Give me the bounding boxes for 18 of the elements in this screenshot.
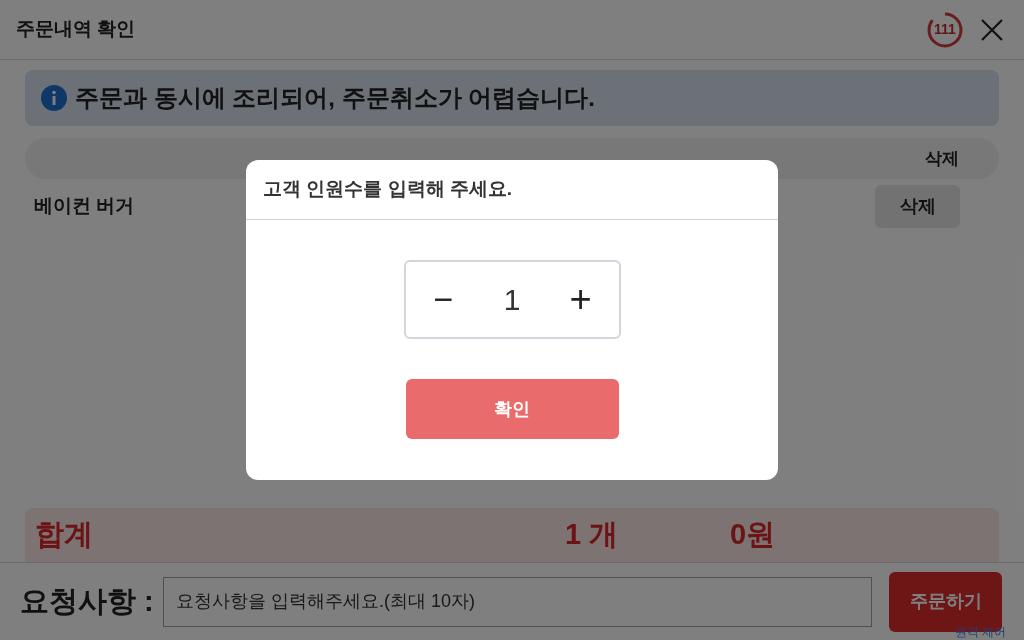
request-label: 요청사항 : xyxy=(20,583,155,619)
total-quantity: 1 개 xyxy=(565,517,620,553)
total-amount: 0원 xyxy=(730,517,776,553)
close-icon[interactable] xyxy=(980,17,1004,42)
column-header: 삭제 xyxy=(924,147,960,170)
info-icon xyxy=(41,85,67,111)
notice-text: 주문과 동시에 조리되어, 주문취소가 어렵습니다. xyxy=(75,83,595,113)
page-title: 주문내역 확인 xyxy=(16,17,136,42)
dialog-title: 고객 인원수를 입력해 주세요. xyxy=(263,177,513,202)
quantity-value: 1 xyxy=(503,282,521,318)
minus-button[interactable]: − xyxy=(425,274,462,325)
delete-button[interactable]: 삭제 xyxy=(875,184,960,228)
plus-button[interactable]: + xyxy=(562,271,599,328)
total-label: 합계 xyxy=(34,517,94,553)
menu-item-name: 베이컨 버거 xyxy=(34,193,136,218)
confirm-button[interactable]: 확인 xyxy=(405,379,619,439)
countdown-timer: 111 xyxy=(926,10,964,49)
request-field[interactable]: 요청사항을 입력해주세요.(최대 10자) xyxy=(163,576,872,627)
